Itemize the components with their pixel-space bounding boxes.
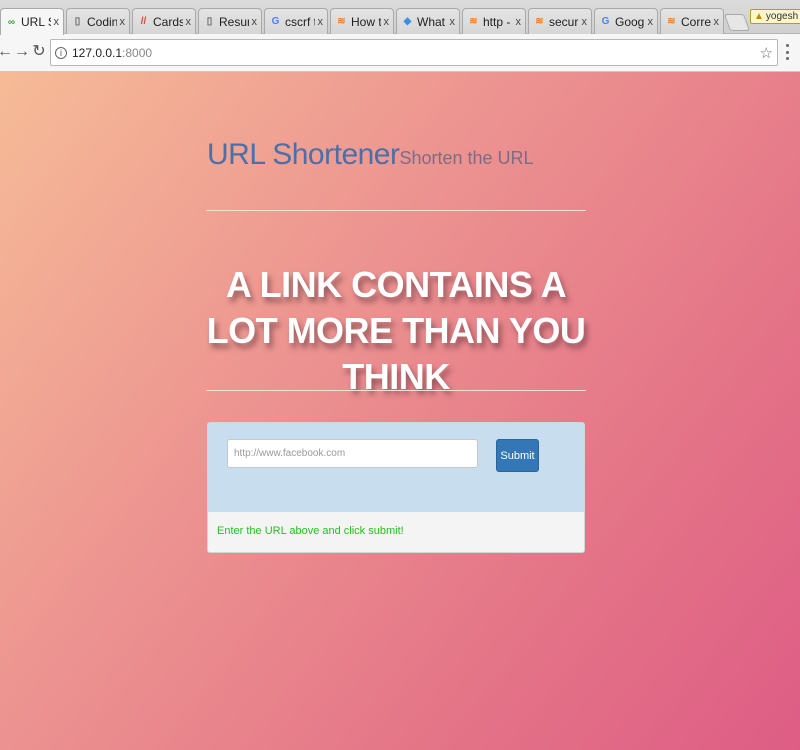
tab-label: Resum [219,14,249,29]
bookmark-star-icon[interactable]: ☆ [760,44,773,62]
browser-tab[interactable]: ≋ http - x [462,8,526,34]
browser-tab[interactable]: ∞ URL Shx [0,8,64,35]
warning-icon: ▲ [754,11,764,22]
document-favicon-icon: ▯ [206,16,213,27]
tab-label: Googl [615,14,645,29]
url-host: 127.0.0.1 [72,45,123,60]
browser-tab[interactable]: ≋ securi x [528,8,592,34]
browser-tab[interactable]: ◆ What ix [396,8,460,34]
browser-menu-icon[interactable] [786,44,790,60]
stackoverflow-favicon-icon: ≋ [337,16,346,27]
reload-icon[interactable]: ↻ [31,43,47,61]
tab-close-icon[interactable]: x [120,16,126,28]
address-bar[interactable]: i 127.0.0.1 :8000 ☆ [50,39,778,66]
tab-label: securi [549,14,579,29]
google-favicon-icon: G [271,16,280,27]
tab-label: What i [417,14,447,29]
page-background: URL ShortenerShorten the URL A LINK CONT… [0,72,800,750]
browser-tab[interactable]: ▯ Resumx [198,8,262,34]
browser-tab[interactable]: G Googl x [594,8,658,34]
tab-label: http - [483,14,511,29]
tab-close-icon[interactable]: x [648,16,654,28]
browser-tab[interactable]: ≋ Correcx [660,8,724,34]
browser-tab[interactable]: // Cards x [132,8,196,34]
google-favicon-icon: G [601,16,610,27]
tab-label: Correc [681,14,711,29]
stackoverflow-favicon-icon: ≋ [469,16,478,27]
profile-name: yogesh [765,11,799,22]
form-input-area: Submit [208,423,584,512]
brand-tagline: Shorten the URL [399,148,534,168]
brand-header: URL ShortenerShorten the URL [207,138,534,172]
tab-close-icon[interactable]: x [450,16,456,28]
tab-close-icon[interactable]: x [252,16,258,28]
tab-close-icon[interactable]: x [318,16,324,28]
tab-close-icon[interactable]: x [384,16,390,28]
top-divider [206,210,586,211]
stackoverflow-favicon-icon: ≋ [535,16,544,27]
tab-label: cscrf t [285,14,315,29]
url-port: :8000 [122,45,153,60]
tab-close-icon[interactable]: x [54,16,60,28]
shorten-form-card: Submit Enter the URL above and click sub… [207,422,585,553]
tab-close-icon[interactable]: x [516,16,522,28]
back-arrow-icon[interactable]: ← [0,43,13,61]
site-info-icon[interactable]: i [55,46,67,59]
bottom-divider [206,390,586,391]
tab-close-icon[interactable]: x [186,16,192,28]
browser-toolbar: ← → ↻ i 127.0.0.1 :8000 ☆ [0,34,800,72]
brand-title[interactable]: URL Shortener [207,138,400,171]
cards-favicon-icon: // [140,16,147,27]
submit-button[interactable]: Submit [496,439,539,472]
status-message: Enter the URL above and click submit! [217,525,404,537]
browser-tab[interactable]: ≋ How tx [330,8,394,34]
new-tab-button[interactable] [723,14,751,31]
tab-label: How t [351,14,381,29]
document-favicon-icon: ▯ [74,16,81,27]
tab-label: URL Sh [21,15,51,29]
stackoverflow-favicon-icon: ≋ [667,16,676,27]
link-favicon-icon: ∞ [7,16,16,28]
quora-favicon-icon: ◆ [403,16,412,27]
tab-label: Cards [153,14,183,29]
browser-tab[interactable]: Gcscrf tx [264,8,328,34]
tab-close-icon[interactable]: x [714,16,720,28]
browser-tab[interactable]: ▯ Codingx [66,8,130,34]
profile-badge[interactable]: ▲ yogesh [750,9,800,24]
browser-tab-strip: ∞URL Shx▯Codingx//Cardsx▯ResumxGcscrf tx… [0,0,800,35]
url-input[interactable] [227,439,478,468]
tab-close-icon[interactable]: x [582,16,588,28]
tab-label: Coding [87,14,117,29]
forward-arrow-icon[interactable]: → [14,43,30,61]
hero-headline: A LINK CONTAINS A LOT MORE THAN YOU THIN… [206,264,586,397]
